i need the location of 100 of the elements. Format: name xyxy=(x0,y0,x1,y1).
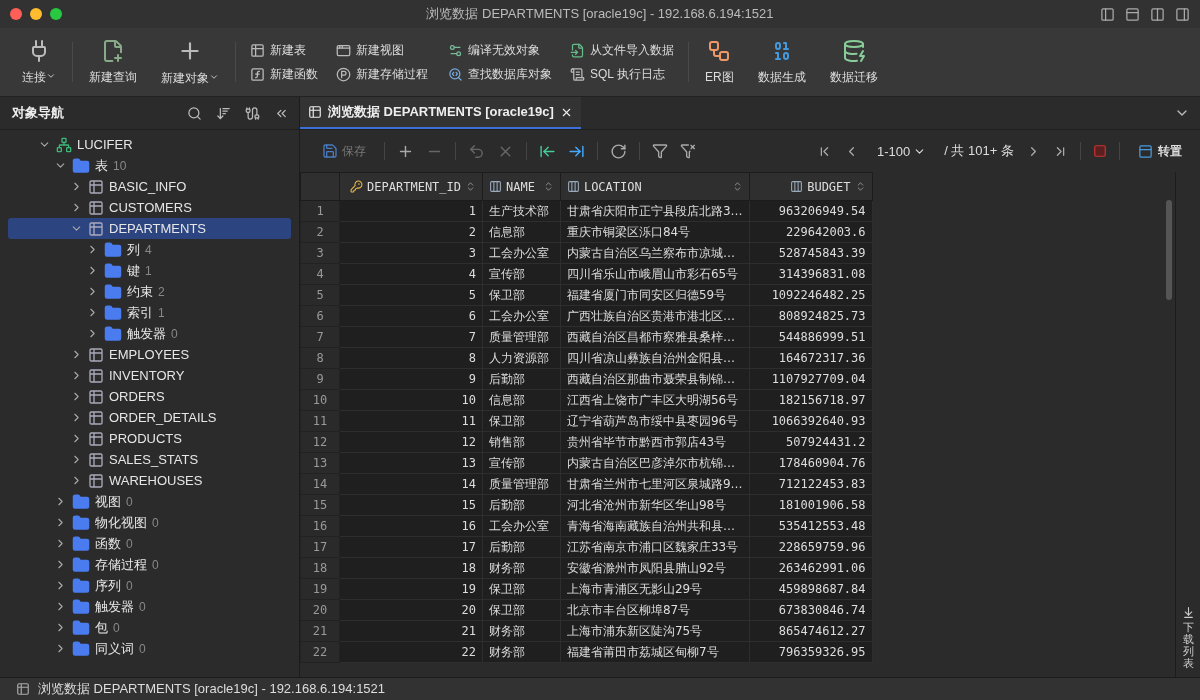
row-number: 14 xyxy=(300,473,340,495)
window-title: 浏览数据 DEPARTMENTS [oracle19c] - 192.168.6.194:1521 xyxy=(426,5,774,23)
tree-item[interactable]: 触发器 0 xyxy=(8,596,291,617)
toolbar-button[interactable]: 新建存储过程 xyxy=(332,62,432,86)
tree-item[interactable]: 序列 0 xyxy=(8,575,291,596)
toolbar-button[interactable]: SQL 执行日志 xyxy=(566,62,678,86)
page-range-dropdown[interactable]: 1-100 xyxy=(871,142,933,160)
row-number: 6 xyxy=(300,305,340,327)
plug-icon[interactable] xyxy=(245,105,260,121)
tree-item[interactable]: EMPLOYEES xyxy=(8,344,291,365)
row-number: 21 xyxy=(300,620,340,642)
download-icon xyxy=(1181,605,1195,619)
tree-item[interactable]: 存储过程 0 xyxy=(8,554,291,575)
tree-item[interactable]: ORDER_DETAILS xyxy=(8,407,291,428)
tree-item[interactable]: ORDERS xyxy=(8,386,291,407)
table-icon xyxy=(308,105,322,119)
row-number: 3 xyxy=(300,242,340,264)
toolbar-button[interactable]: 新建函数 xyxy=(246,62,322,86)
tree-item[interactable]: CUSTOMERS xyxy=(8,197,291,218)
toolbar-button[interactable]: 新建视图 xyxy=(332,38,432,62)
window-icon xyxy=(1138,143,1153,159)
filter-icon[interactable] xyxy=(652,143,668,159)
column-header[interactable]: LOCATION xyxy=(560,172,750,201)
item-count: 0 xyxy=(139,599,146,614)
tree-label: 视图 xyxy=(95,492,121,511)
tree-item[interactable]: 触发器 0 xyxy=(8,323,291,344)
download-list-tab[interactable]: 下载列表 xyxy=(1175,172,1200,677)
tree-item[interactable]: 函数 0 xyxy=(8,533,291,554)
columns-icon[interactable] xyxy=(1150,6,1165,22)
toolbar-button[interactable]: 编译无效对象 xyxy=(444,38,556,62)
folder-icon xyxy=(72,513,90,532)
tree-item[interactable]: LUCIFER xyxy=(8,134,291,155)
tree-item[interactable]: 同义词 0 xyxy=(8,638,291,659)
panel-top-icon[interactable] xyxy=(1125,6,1140,22)
close-button[interactable] xyxy=(10,8,22,20)
tree-item[interactable]: 表 10 xyxy=(8,155,291,176)
table-icon xyxy=(88,430,104,447)
row-number: 7 xyxy=(300,326,340,348)
toolbar-button[interactable]: 查找数据库对象 xyxy=(444,62,556,86)
toolbar-button[interactable]: 数据迁移 xyxy=(817,34,890,90)
table-icon xyxy=(88,409,104,426)
toolbar-button[interactable]: 新建对象 xyxy=(149,33,231,91)
tree-label: 索引 xyxy=(127,303,153,322)
table-icon xyxy=(88,199,104,216)
tree-label: 表 xyxy=(95,156,108,175)
tree-item[interactable]: 视图 0 xyxy=(8,491,291,512)
folder-icon xyxy=(104,282,122,301)
save-icon xyxy=(322,143,338,159)
toolbar-button[interactable]: 新建查询 xyxy=(77,34,149,90)
panel-right-icon[interactable] xyxy=(1175,6,1190,22)
tree-item[interactable]: DEPARTMENTS xyxy=(8,218,291,239)
tree-label: 序列 xyxy=(95,576,121,595)
tree-item[interactable]: 列 4 xyxy=(8,239,291,260)
sidebar-icon[interactable] xyxy=(1100,6,1115,22)
sort-icon[interactable] xyxy=(216,105,231,121)
column-header[interactable]: NAME xyxy=(482,172,561,201)
column-header[interactable]: BUDGET xyxy=(749,172,873,201)
tree-label: 存储过程 xyxy=(95,555,147,574)
tree-item[interactable]: WAREHOUSES xyxy=(8,470,291,491)
row-number: 10 xyxy=(300,389,340,411)
item-count: 2 xyxy=(158,284,165,299)
editor-tab[interactable]: 浏览数据 DEPARTMENTS [oracle19c] xyxy=(300,97,581,129)
table-icon xyxy=(88,451,104,468)
clear-filter-icon[interactable] xyxy=(680,143,696,159)
row-number: 8 xyxy=(300,347,340,369)
row-number: 19 xyxy=(300,578,340,600)
tree-item[interactable]: PRODUCTS xyxy=(8,428,291,449)
folder-icon xyxy=(72,597,90,616)
toolbar-button[interactable]: 从文件导入数据 xyxy=(566,38,678,62)
row-number: 17 xyxy=(300,536,340,558)
tree-item[interactable]: 约束 2 xyxy=(8,281,291,302)
tree-label: 同义词 xyxy=(95,639,134,658)
tree-item[interactable]: 包 0 xyxy=(8,617,291,638)
folder-icon xyxy=(104,324,122,343)
tree-item[interactable]: INVENTORY xyxy=(8,365,291,386)
zoom-button[interactable] xyxy=(50,8,62,20)
column-header[interactable]: DEPARTMENT_ID xyxy=(339,172,483,201)
item-count: 0 xyxy=(126,536,133,551)
tree-item[interactable]: BASIC_INFO xyxy=(8,176,291,197)
tree-item[interactable]: SALES_STATS xyxy=(8,449,291,470)
schema-icon xyxy=(56,136,72,153)
toolbar-button[interactable]: 新建表 xyxy=(246,38,322,62)
toolbar-button[interactable]: 数据生成 xyxy=(745,34,818,90)
tree-item[interactable]: 物化视图 0 xyxy=(8,512,291,533)
undo-icon[interactable] xyxy=(468,142,485,160)
refresh-icon[interactable] xyxy=(610,142,627,160)
item-count: 0 xyxy=(139,641,146,656)
toolbar-button[interactable]: ER图 xyxy=(693,34,746,90)
tree-label: 键 xyxy=(127,261,140,280)
toolbar-button[interactable]: 连接 xyxy=(10,34,68,90)
row-number: 22 xyxy=(300,641,340,663)
search-icon[interactable] xyxy=(187,105,202,121)
minimize-button[interactable] xyxy=(30,8,42,20)
tree-item[interactable]: 键 1 xyxy=(8,260,291,281)
tree-item[interactable]: 索引 1 xyxy=(8,302,291,323)
folder-icon xyxy=(72,534,90,553)
item-count: 0 xyxy=(126,494,133,509)
row-number: 12 xyxy=(300,431,340,453)
item-count: 0 xyxy=(113,620,120,635)
transpose-button[interactable]: 转置 xyxy=(1132,141,1188,161)
